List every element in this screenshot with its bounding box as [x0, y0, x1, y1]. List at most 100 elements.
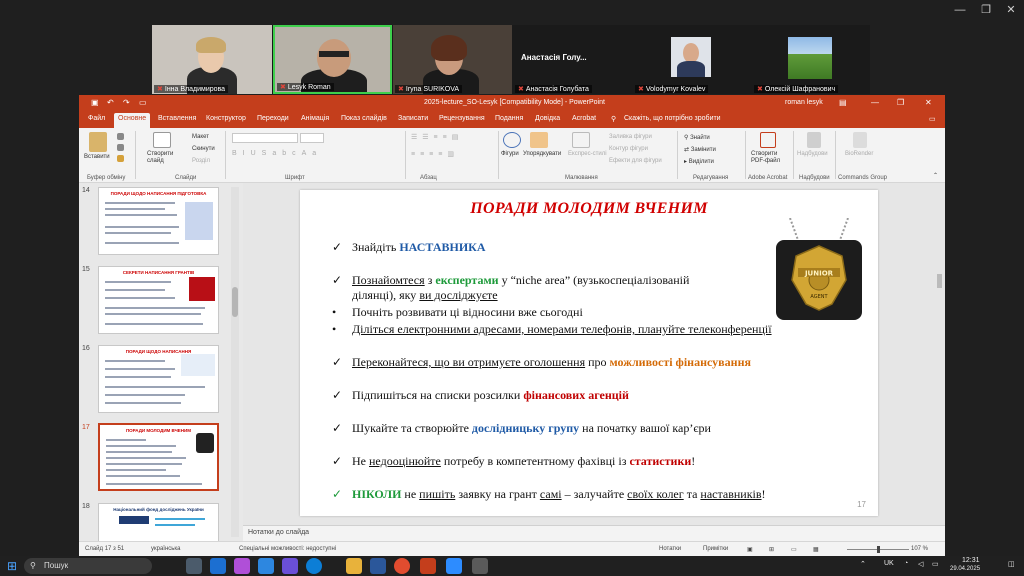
addins-icon[interactable]: [807, 132, 821, 148]
task-view-icon[interactable]: [186, 558, 202, 574]
minimize-icon[interactable]: —: [871, 98, 879, 107]
tell-me-icon[interactable]: ⚲: [611, 115, 616, 123]
paste-icon[interactable]: [89, 132, 107, 152]
pdf-icon[interactable]: [760, 132, 776, 148]
slide-thumbnail[interactable]: ПОРАДИ ЩОДО НАПИСАННЯ ПІДГОТОВКА: [98, 187, 219, 255]
find-button[interactable]: ⚲ Знайти: [684, 134, 710, 141]
keyboard-language[interactable]: UK: [884, 560, 894, 567]
user-name[interactable]: roman lesyk: [785, 99, 823, 106]
layout-button[interactable]: Макет: [192, 134, 209, 140]
biorender-button[interactable]: BioRender: [845, 151, 873, 157]
tab-review[interactable]: Рецензування: [439, 115, 485, 122]
junior-badge-image[interactable]: JUNIOR AGENT: [772, 218, 866, 322]
restore-icon[interactable]: ❐: [976, 3, 996, 17]
participant-tile-active[interactable]: ✖ Lesyk Roman: [273, 25, 392, 94]
shape-outline-button[interactable]: Контур фігури: [609, 146, 648, 152]
tab-design[interactable]: Конструктор: [206, 115, 246, 122]
powerpoint-icon[interactable]: [420, 558, 436, 574]
volume-icon[interactable]: ◁: [918, 560, 923, 568]
file-explorer-icon[interactable]: [346, 558, 362, 574]
select-button[interactable]: ▸ Виділити: [684, 158, 714, 165]
redo-icon[interactable]: ↷: [123, 98, 130, 107]
zoom-slider[interactable]: [847, 546, 909, 553]
font-size-combo[interactable]: [300, 133, 324, 143]
normal-view-icon[interactable]: ▣: [747, 546, 753, 553]
reading-view-icon[interactable]: ▭: [791, 546, 797, 553]
network-icon[interactable]: ◔: [904, 560, 908, 567]
paragraph-row-1[interactable]: ☰☰≡≡▤: [411, 133, 495, 143]
undo-icon[interactable]: ↶: [107, 98, 114, 107]
word-icon[interactable]: [370, 558, 386, 574]
battery-icon[interactable]: ▭: [932, 560, 939, 568]
tab-transitions[interactable]: Переходи: [257, 115, 289, 122]
clock-time[interactable]: 12:31: [962, 557, 980, 564]
chrome-icon[interactable]: [394, 558, 410, 574]
language-indicator[interactable]: українська: [151, 546, 181, 552]
shape-fill-button[interactable]: Заливка фігури: [609, 134, 652, 140]
tell-me-search[interactable]: Скажіть, що потрібно зробити: [624, 115, 721, 122]
create-pdf-button[interactable]: Створити PDF-файл: [751, 151, 791, 165]
tab-record[interactable]: Записати: [398, 115, 428, 122]
restore-icon[interactable]: ❐: [897, 98, 904, 107]
slideshow-view-icon[interactable]: ▦: [813, 546, 819, 553]
notes-pane[interactable]: Нотатки до слайда: [243, 525, 945, 541]
tab-view[interactable]: Подання: [495, 115, 523, 122]
font-name-combo[interactable]: [232, 133, 298, 143]
thumbnail-scrollbar[interactable]: [231, 187, 239, 537]
shapes-button[interactable]: Фігури: [501, 151, 519, 157]
arrange-icon[interactable]: [530, 132, 548, 148]
edge-icon[interactable]: [306, 558, 322, 574]
slide-thumbnail[interactable]: ПОРАДИ ЩОДО НАПИСАННЯ: [98, 345, 219, 413]
cut-icon[interactable]: [117, 133, 124, 140]
minimize-icon[interactable]: —: [950, 3, 970, 17]
window-scrollbar[interactable]: [934, 184, 944, 496]
comments-toggle[interactable]: Примітки: [703, 546, 728, 552]
tab-insert[interactable]: Вставлення: [158, 115, 196, 122]
tray-chevron-icon[interactable]: ⌃: [860, 560, 866, 568]
start-icon[interactable]: ⊞: [4, 558, 20, 574]
notes-toggle[interactable]: Нотатки: [659, 546, 681, 552]
zoom-icon[interactable]: [446, 558, 462, 574]
outlook-icon[interactable]: [210, 558, 226, 574]
ribbon-display-icon[interactable]: ▤: [839, 98, 847, 107]
save-icon[interactable]: ▣: [91, 98, 99, 107]
new-slide-icon[interactable]: [153, 132, 171, 148]
collapse-ribbon-icon[interactable]: ⌃: [933, 172, 938, 179]
quick-styles-button[interactable]: Експрес-стилі: [568, 151, 607, 157]
slide-sorter-icon[interactable]: ⊞: [769, 546, 774, 553]
search-box[interactable]: ⚲ Пошук: [24, 558, 152, 574]
slideshow-icon[interactable]: ▭: [139, 98, 147, 107]
zoom-level[interactable]: 107 %: [911, 546, 928, 552]
tab-animation[interactable]: Анімація: [301, 115, 329, 122]
slide-thumbnail[interactable]: СЕКРЕТИ НАПИСАННЯ ГРАНТІВ: [98, 266, 219, 334]
paragraph-row-2[interactable]: ≡≡≡≡▥: [411, 150, 495, 160]
close-icon[interactable]: ✕: [1001, 3, 1021, 17]
addins-button[interactable]: Надбудови: [797, 151, 828, 157]
teams-icon[interactable]: [282, 558, 298, 574]
reset-button[interactable]: Скинути: [192, 146, 215, 152]
comments-icon[interactable]: ▭: [929, 115, 936, 123]
clock-date[interactable]: 29.04.2025: [950, 566, 980, 572]
arrange-button[interactable]: Упорядкувати: [523, 151, 561, 157]
store-icon[interactable]: [258, 558, 274, 574]
accessibility-status[interactable]: Спеціальні можливості: недоступні: [239, 546, 336, 552]
new-slide-button[interactable]: Створити слайд: [147, 151, 183, 165]
replace-button[interactable]: ⇄ Замінити: [684, 146, 716, 153]
tab-help[interactable]: Довідка: [535, 115, 560, 122]
tab-home[interactable]: Основне: [114, 113, 151, 128]
biorender-icon[interactable]: [853, 132, 867, 148]
notification-icon[interactable]: ◫: [1008, 560, 1015, 568]
tab-slideshow[interactable]: Показ слайдів: [341, 115, 387, 122]
participant-tile[interactable]: ✖ Олексій Шафранович: [752, 25, 870, 94]
tab-acrobat[interactable]: Acrobat: [572, 115, 596, 122]
copilot-icon[interactable]: [234, 558, 250, 574]
slide-thumbnail[interactable]: Національний фонд досліджень України: [98, 503, 219, 541]
participant-tile[interactable]: ✖ Інна Владимирова: [152, 25, 272, 94]
copy-icon[interactable]: [117, 144, 124, 151]
participant-tile[interactable]: ✖ Iryna SURIKOVA: [393, 25, 512, 94]
app-icon[interactable]: [472, 558, 488, 574]
section-button[interactable]: Розділ: [192, 158, 210, 164]
quick-styles-icon[interactable]: [572, 132, 590, 148]
shapes-icon[interactable]: [503, 132, 521, 148]
tab-file[interactable]: Файл: [88, 115, 105, 122]
